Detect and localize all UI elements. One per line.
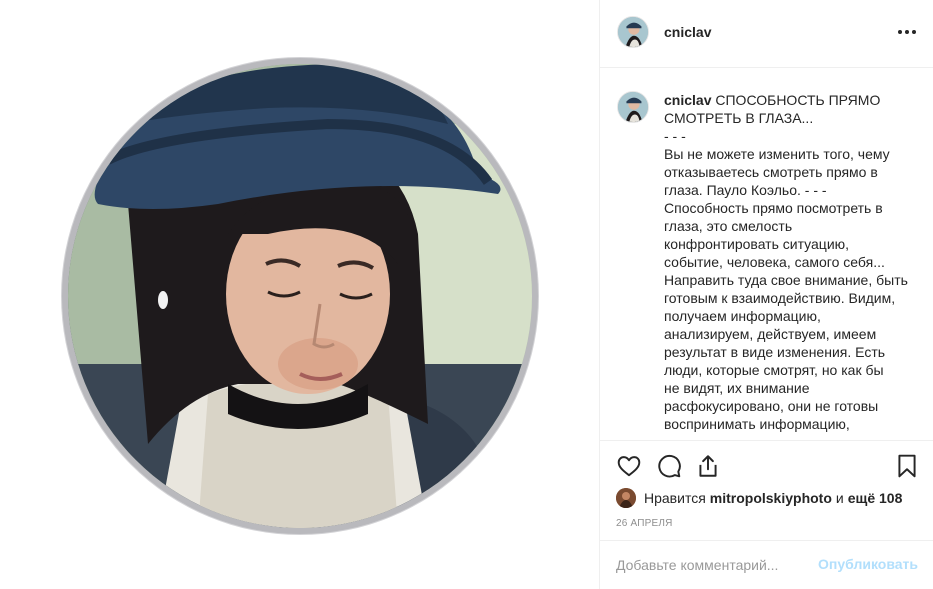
caption-line-text: СПОСОБНОСТЬ ПРЯМО [715,92,881,108]
caption-line: результат в виде изменения. Есть [664,344,886,360]
likes-prefix: Нравится [644,490,706,506]
caption-line: СМОТРЕТЬ В ГЛАЗА... [664,110,814,126]
portrait-illustration [68,64,532,528]
comment-icon [658,454,681,478]
post-media [0,0,599,589]
caption-line: глаза. Пауло Коэльо. - - - [664,182,827,198]
caption-line: готовым к взаимодействию. Видим, [664,290,896,306]
bookmark-icon [898,454,916,478]
caption-scroll-area[interactable]: cniclav СПОСОБНОСТЬ ПРЯМО СМОТРЕТЬ В ГЛА… [600,69,933,439]
comment-bar: Опубликовать [600,540,933,589]
caption-line: конфронтировать ситуацию, [664,236,850,252]
photo-frame [62,58,538,534]
caption-line: анализируем, действуем, имеем [664,326,877,342]
caption-line: событие, человека, самого себя... [664,254,885,270]
post-date[interactable]: 26 АПРЕЛЯ [616,518,673,529]
like-button[interactable] [616,453,642,479]
more-horizontal-icon [898,30,902,34]
share-button[interactable] [695,453,721,479]
caption-line: расфокусировано, они не готовы [664,398,879,414]
avatar-image [618,17,648,47]
caption-line: отказываетесь смотреть прямо в [664,164,878,180]
comment-button[interactable] [656,453,682,479]
liker-username[interactable]: mitropolskiyphoto [710,490,832,506]
save-button[interactable] [894,453,920,479]
caption-username[interactable]: cniclav [664,92,711,108]
author-username[interactable]: cniclav [664,24,711,40]
more-options-button[interactable] [896,22,918,42]
more-horizontal-icon [905,30,909,34]
caption-author-avatar[interactable] [617,91,649,123]
action-bar [600,440,933,490]
caption-line: глаза, это смелость [664,218,793,234]
caption-line: cniclav СПОСОБНОСТЬ ПРЯМО [664,91,914,109]
comment-input[interactable] [616,555,816,575]
likes-summary: Нравится mitropolskiyphoto и ещё 108 [616,488,902,508]
likes-connector: и [835,490,844,506]
caption-line: воспринимать информацию, [664,416,850,432]
caption-line: Вы не можете изменить того, чему [664,146,890,162]
heart-icon [617,456,641,477]
caption-line: люди, которые смотрят, но как бы [664,362,884,378]
post-sidebar: cniclav cniclav СПОСОБНОСТЬ ПРЯМО СМОТРЕ… [599,0,933,589]
caption-line: не видят, их внимание [664,380,810,396]
post-photo[interactable] [68,64,532,528]
post-header: cniclav [600,0,933,68]
caption-text: cniclav СПОСОБНОСТЬ ПРЯМО СМОТРЕТЬ В ГЛА… [664,91,914,433]
liker-avatar[interactable] [616,488,636,508]
caption-line: Направить туда свое внимание, быть [664,272,908,288]
caption-line: - - - [664,128,686,144]
author-avatar[interactable] [617,16,649,48]
share-icon [699,455,717,477]
more-horizontal-icon [912,30,916,34]
avatar-image [618,92,648,122]
caption-line: получаем информацию, [664,308,821,324]
likes-more-count[interactable]: ещё 108 [848,490,903,506]
avatar-image [616,488,636,508]
publish-button[interactable]: Опубликовать [818,556,918,572]
caption-line: Способность прямо посмотреть в [664,200,883,216]
